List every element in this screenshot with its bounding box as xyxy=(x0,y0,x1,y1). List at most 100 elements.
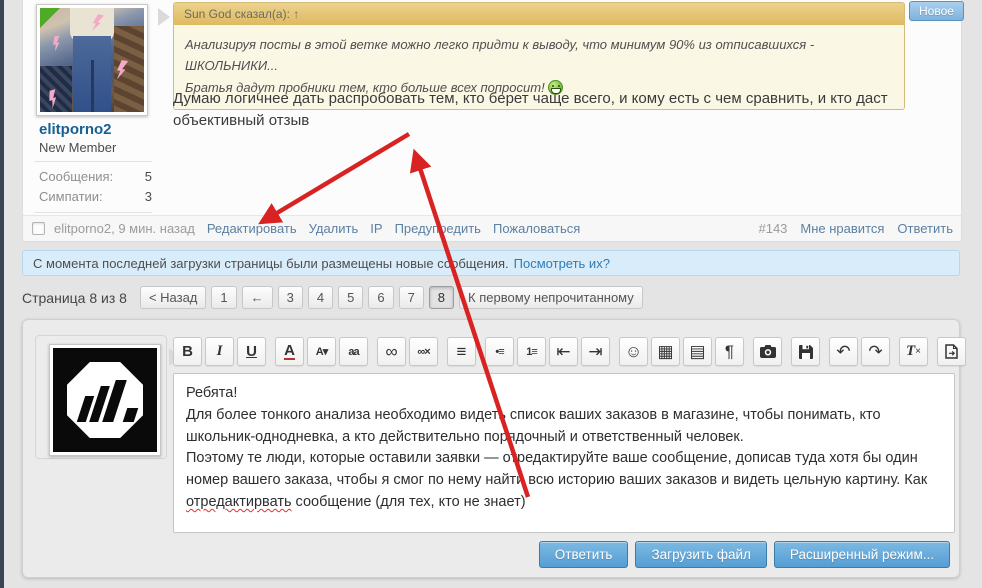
page-button-3[interactable]: 3 xyxy=(278,286,303,309)
avatar-logo xyxy=(53,348,157,452)
forum-page: elitporno2 New Member Сообщения: 5 Симпа… xyxy=(0,0,982,588)
font-size-icon[interactable]: A▾ xyxy=(307,337,336,366)
stat-value: 3 xyxy=(145,189,152,204)
like-link[interactable]: Мне нравится xyxy=(800,221,884,236)
glyph: × xyxy=(915,346,921,357)
remove-format-icon[interactable]: T× xyxy=(899,337,928,366)
avatar-logo-octagon xyxy=(67,362,143,438)
bold-icon[interactable]: B xyxy=(173,337,202,366)
upload-file-button[interactable]: Загрузить файл xyxy=(635,541,766,568)
glyph: ⇤ xyxy=(556,342,570,362)
quote-icon[interactable]: ¶ xyxy=(715,337,744,366)
post-body-text: Думаю логичнее дать распробовать тем, кт… xyxy=(173,88,945,132)
image-icon[interactable]: ▦ xyxy=(651,337,680,366)
unordered-list-icon[interactable]: •≡ xyxy=(485,337,514,366)
new-button[interactable]: Новое xyxy=(909,1,964,21)
page-glyph xyxy=(945,344,958,359)
username-link[interactable]: elitporno2 xyxy=(39,121,112,138)
reply-paragraph: Поэтому те люди, которые оставили заявки… xyxy=(186,448,942,513)
page-edge-strip xyxy=(0,0,4,588)
avatar-photo-detail xyxy=(91,60,94,112)
floppy-glyph xyxy=(799,345,813,359)
glyph: A▾ xyxy=(316,345,327,358)
camera-glyph xyxy=(760,345,776,358)
redo-icon[interactable]: ↷ xyxy=(861,337,890,366)
page-button-5[interactable]: 5 xyxy=(338,286,363,309)
avatar-photo-detail xyxy=(51,35,62,51)
post-meta: elitporno2, 9 мин. назад xyxy=(54,221,195,236)
reply-link[interactable]: Ответить xyxy=(897,221,953,236)
page-button-1[interactable]: 1 xyxy=(211,286,236,309)
unlink-icon[interactable]: ∞× xyxy=(409,337,438,366)
glyph: A xyxy=(284,343,295,361)
smilies-icon[interactable]: ☺ xyxy=(619,337,648,366)
page-button-6[interactable]: 6 xyxy=(368,286,393,309)
glyph: ▦ xyxy=(657,342,673,362)
stat-value: 5 xyxy=(145,169,152,184)
font-family-icon[interactable]: aa xyxy=(339,337,368,366)
glyph: ↶ xyxy=(836,342,850,362)
save-draft-icon[interactable] xyxy=(791,337,820,366)
pagination: Страница 8 из 8 < Назад 1 ← 3 4 5 6 7 8 … xyxy=(22,286,643,309)
glyph: U xyxy=(246,343,257,360)
delete-link[interactable]: Удалить xyxy=(309,221,359,236)
indent-icon[interactable]: ⇥ xyxy=(581,337,610,366)
prev-page-button[interactable]: < Назад xyxy=(140,286,206,309)
new-posts-notice: С момента последней загрузки страницы бы… xyxy=(22,250,960,276)
divider xyxy=(34,161,152,162)
glyph: ⇥ xyxy=(588,342,602,362)
text-color-icon[interactable]: A xyxy=(275,337,304,366)
italic-icon[interactable]: I xyxy=(205,337,234,366)
reply-paragraph: Ребята! xyxy=(186,383,942,405)
toggle-bbcode-icon[interactable] xyxy=(937,337,966,366)
divider xyxy=(34,212,152,213)
toolbar-group-history: ↶ ↷ xyxy=(829,337,890,366)
underline-icon[interactable]: U xyxy=(237,337,266,366)
outdent-icon[interactable]: ⇤ xyxy=(549,337,578,366)
report-link[interactable]: Пожаловаться xyxy=(493,221,580,236)
media-icon[interactable]: ▤ xyxy=(683,337,712,366)
submit-reply-button[interactable]: Ответить xyxy=(539,541,629,568)
new-posts-ribbon-icon xyxy=(40,8,60,28)
camera-icon[interactable] xyxy=(753,337,782,366)
toolbar-group-list: •≡ 1≡ ⇤ ⇥ xyxy=(485,337,610,366)
stat-likes: Симпатии: 3 xyxy=(39,189,152,204)
advanced-mode-button[interactable]: Расширенный режим... xyxy=(774,541,950,568)
post-number[interactable]: #143 xyxy=(758,221,787,236)
page-button-7[interactable]: 7 xyxy=(399,286,424,309)
ordered-list-icon[interactable]: 1≡ xyxy=(517,337,546,366)
ip-link[interactable]: IP xyxy=(370,221,382,236)
reply-text-input[interactable]: Ребята! Для более тонкого анализа необхо… xyxy=(173,373,955,533)
quote-attribution[interactable]: Sun God сказал(а): ↑ xyxy=(174,3,904,25)
glyph: T xyxy=(906,343,915,360)
insert-link-icon[interactable]: ∞ xyxy=(377,337,406,366)
page-button-4[interactable]: 4 xyxy=(308,286,333,309)
post-user-panel: elitporno2 New Member Сообщения: 5 Симпа… xyxy=(26,0,159,216)
toolbar-group-align: ≡ xyxy=(447,337,476,366)
view-new-posts-link[interactable]: Посмотреть их? xyxy=(514,256,610,271)
user-avatar[interactable] xyxy=(36,4,148,116)
message-beak-icon xyxy=(158,8,170,26)
current-user-avatar[interactable] xyxy=(49,344,161,456)
glyph: B xyxy=(182,343,193,360)
alignment-icon[interactable]: ≡ xyxy=(447,337,476,366)
notice-text: С момента последней загрузки страницы бы… xyxy=(33,256,509,271)
warn-link[interactable]: Предупредить xyxy=(395,221,481,236)
page-button-8-current[interactable]: 8 xyxy=(429,286,454,309)
editor-toolbar: B I U A A▾ aa ∞ ∞× ≡ •≡ 1≡ ⇤ ⇥ xyxy=(173,337,955,366)
post-message: elitporno2 New Member Сообщения: 5 Симпа… xyxy=(22,0,962,242)
glyph: ∞ xyxy=(385,342,397,362)
quick-reply-editor: B I U A A▾ aa ∞ ∞× ≡ •≡ 1≡ ⇤ ⇥ xyxy=(22,319,960,578)
reply-text: Поэтому те люди, которые оставили заявки… xyxy=(186,450,927,488)
edit-link[interactable]: Редактировать xyxy=(207,221,297,236)
glyph: I xyxy=(217,343,223,360)
first-unread-button[interactable]: К первому непрочитанному xyxy=(459,286,643,309)
stat-messages: Сообщения: 5 xyxy=(39,169,152,184)
page-range-button[interactable]: ← xyxy=(242,286,273,309)
undo-icon[interactable]: ↶ xyxy=(829,337,858,366)
avatar-photo-detail xyxy=(40,66,72,112)
avatar-photo xyxy=(40,8,144,112)
glyph: 1≡ xyxy=(526,346,537,358)
stat-label: Сообщения: xyxy=(39,169,113,184)
select-post-checkbox[interactable] xyxy=(32,222,45,235)
